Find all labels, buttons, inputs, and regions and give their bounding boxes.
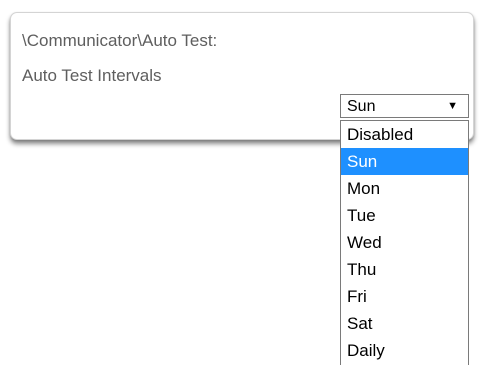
option-sun[interactable]: Sun	[341, 148, 468, 175]
select-current-value: Sun	[347, 98, 376, 115]
option-sat[interactable]: Sat	[341, 310, 468, 337]
auto-test-intervals-label: Auto Test Intervals	[22, 66, 162, 85]
option-mon[interactable]: Mon	[341, 175, 468, 202]
option-daily[interactable]: Daily	[341, 337, 468, 364]
option-disabled[interactable]: Disabled	[341, 121, 468, 148]
setting-path-label: \Communicator\Auto Test:	[22, 31, 218, 50]
auto-test-interval-select[interactable]: Sun ▼	[340, 94, 469, 118]
option-thu[interactable]: Thu	[341, 256, 468, 283]
option-tue[interactable]: Tue	[341, 202, 468, 229]
option-wed[interactable]: Wed	[341, 229, 468, 256]
option-fri[interactable]: Fri	[341, 283, 468, 310]
interval-dropdown-list: Disabled Sun Mon Tue Wed Thu Fri Sat Dai…	[340, 120, 469, 365]
dropdown-arrow-icon: ▼	[447, 100, 458, 112]
